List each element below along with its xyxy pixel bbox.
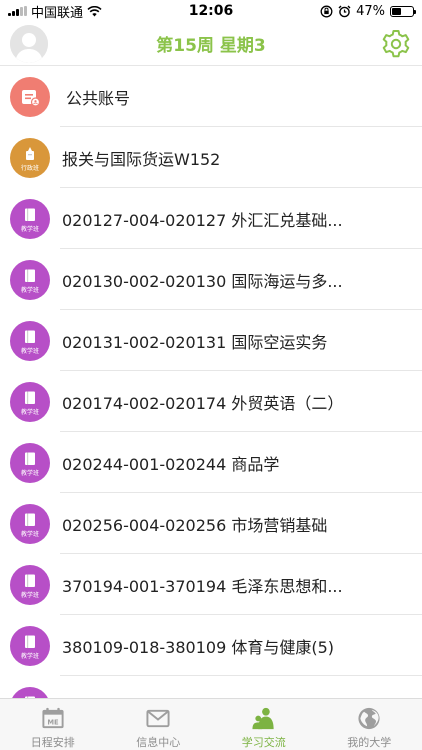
list-item[interactable]: 公共账号 <box>0 66 422 127</box>
list-item[interactable]: 教学班 020130-002-020130 国际海运与多... <box>0 249 422 310</box>
status-time: 12:06 <box>188 3 234 19</box>
list-item[interactable]: 教学班 370194-001-370194 毛泽东思想和... <box>0 554 422 615</box>
teaching-class-icon: 教学班 <box>10 198 50 239</box>
battery-percent: 47% <box>356 3 385 19</box>
teaching-class-icon: 教学班 <box>10 503 50 544</box>
list-item[interactable]: 教学班390154-001-390154 汽车知识 <box>0 676 422 698</box>
teaching-class-icon: 教学班 <box>10 381 50 422</box>
tab-university[interactable]: 我的大学 <box>317 699 422 750</box>
teaching-class-icon: 教学班 <box>10 442 50 483</box>
list-item[interactable]: 教学班 380109-018-380109 体育与健康(5) <box>0 615 422 676</box>
list-item-title: 020130-002-020130 国际海运与多... <box>62 271 343 291</box>
page-title: 第15周 星期3 <box>156 36 266 56</box>
tab-study[interactable]: 学习交流 <box>211 699 317 750</box>
avatar[interactable] <box>10 25 48 63</box>
list-item[interactable]: 教学班 020244-001-020244 商品学 <box>0 432 422 493</box>
tab-label-schedule: 日程安排 <box>30 736 75 749</box>
tab-messages[interactable]: 信息中心 <box>106 699 212 750</box>
carrier-label: 中国联通 <box>31 5 84 21</box>
svg-text:ME: ME <box>47 718 59 726</box>
icon-tag-label: 教学班 <box>20 652 39 660</box>
teaching-class-icon: 教学班 <box>10 259 50 300</box>
user-avatar-icon <box>10 25 48 63</box>
icon-tag-label: 教学班 <box>20 591 39 599</box>
list-item[interactable]: 教学班 020127-004-020127 外汇汇兑基础... <box>0 188 422 249</box>
rotation-lock-icon <box>320 5 333 17</box>
list-item[interactable]: 教学班 020131-002-020131 国际空运实务 <box>0 310 422 371</box>
teaching-class-icon: 教学班 <box>10 564 50 605</box>
study-icon <box>252 707 274 730</box>
teaching-class-icon: 教学班 <box>10 686 50 698</box>
list-item[interactable]: 教学班 020174-002-020174 外贸英语（二） <box>0 371 422 432</box>
tab-label-study: 学习交流 <box>241 736 286 749</box>
tab-bar: ME 日程安排 信息中心 学习交流 我的大学 <box>0 698 422 750</box>
status-bar: 中国联通 12:06 47% <box>0 0 422 22</box>
alarm-icon <box>338 5 351 17</box>
icon-tag-label: 教学班 <box>20 286 39 294</box>
list-item-title: 020244-001-020244 商品学 <box>62 454 280 474</box>
icon-tag-label: 教学班 <box>20 530 39 538</box>
list-item-title: 020174-002-020174 外贸英语（二） <box>62 393 344 413</box>
nav-bar: 第15周 星期3 <box>0 22 422 66</box>
tab-schedule[interactable]: ME 日程安排 <box>0 699 106 750</box>
icon-tag-label: 教学班 <box>20 469 39 477</box>
list-item-title: 380109-018-380109 体育与健康(5) <box>62 637 334 657</box>
globe-icon <box>358 707 380 730</box>
icon-tag-label: 教学班 <box>20 347 39 355</box>
list-item-title: 公共账号 <box>66 88 131 108</box>
list-item[interactable]: 行政班 报关与国际货运W152 <box>0 127 422 188</box>
group-list: 公共账号行政班 报关与国际货运W152 教学班 020127-004-020127 外… <box>0 66 422 698</box>
list-item-title: 020131-002-020131 国际空运实务 <box>62 332 328 352</box>
icon-tag-label: 行政班 <box>20 164 39 172</box>
list-item[interactable]: 教学班 020256-004-020256 市场营销基础 <box>0 493 422 554</box>
tab-label-messages: 信息中心 <box>136 736 181 749</box>
calendar-icon: ME <box>42 707 64 729</box>
admin-class-icon: 行政班 <box>10 137 50 178</box>
icon-tag-label: 教学班 <box>20 408 39 416</box>
list-item-title: 报关与国际货运W152 <box>62 149 221 169</box>
battery-icon <box>390 5 416 17</box>
wifi-icon <box>87 5 102 16</box>
account-icon <box>10 76 50 117</box>
teaching-class-icon: 教学班 <box>10 625 50 666</box>
list-item-title: 020127-004-020127 外汇汇兑基础... <box>62 210 343 230</box>
gear-icon[interactable] <box>380 28 412 60</box>
teaching-class-icon: 教学班 <box>10 320 50 361</box>
list-item-title: 020256-004-020256 市场营销基础 <box>62 515 328 535</box>
list-item-title: 370194-001-370194 毛泽东思想和... <box>62 576 343 596</box>
signal-icon <box>8 6 27 16</box>
icon-tag-label: 教学班 <box>20 225 39 233</box>
mail-icon <box>146 709 170 728</box>
tab-label-university: 我的大学 <box>347 736 392 749</box>
